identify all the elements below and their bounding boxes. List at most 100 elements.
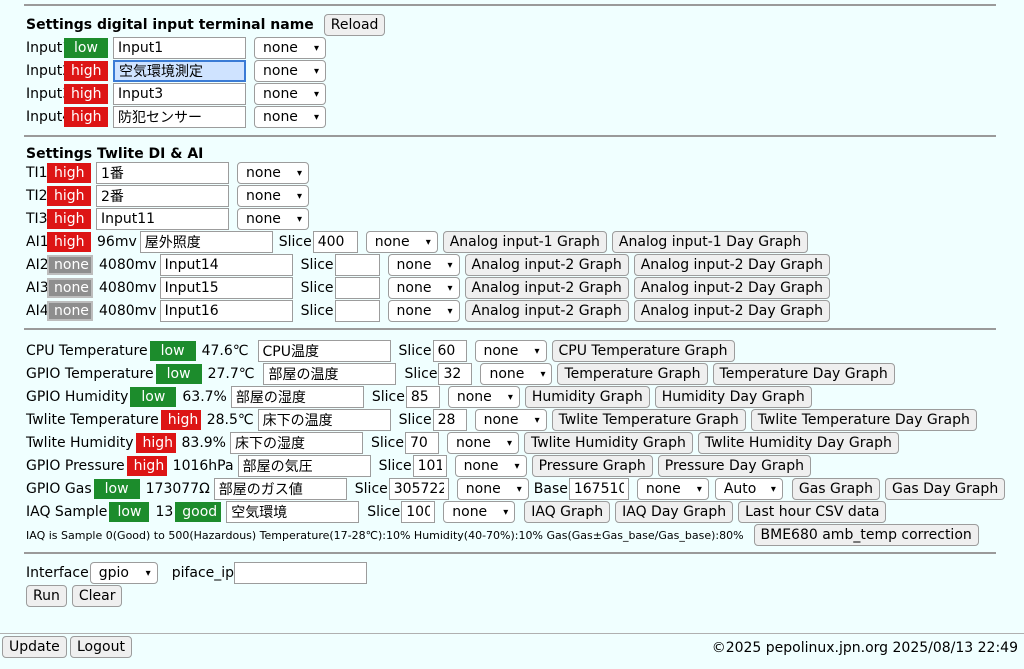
slice-label: Slice (367, 504, 401, 520)
analog-graph-button[interactable]: Analog input-2 Graph (464, 277, 629, 299)
pressure-day-graph-button[interactable]: Pressure Day Graph (657, 455, 812, 477)
sensor-name-field[interactable] (213, 478, 347, 500)
mode-select[interactable]: none ▾ (446, 432, 519, 454)
clear-button[interactable]: Clear (71, 585, 123, 607)
ai-name-field[interactable] (159, 277, 293, 299)
slice-field[interactable] (388, 478, 449, 500)
slice-field[interactable] (334, 254, 380, 276)
twlite-heading: Settings Twlite DI & AI (26, 146, 204, 162)
update-button[interactable]: Update (2, 636, 67, 658)
mode-select[interactable]: none ▾ (387, 254, 460, 276)
analog-day-graph-button[interactable]: Analog input-1 Day Graph (611, 231, 809, 253)
analog-day-graph-button[interactable]: Analog input-2 Day Graph (633, 277, 831, 299)
sensor-name-field[interactable] (230, 386, 364, 408)
mode-select[interactable]: none ▾ (474, 409, 547, 431)
mode-select[interactable]: none ▾ (387, 277, 460, 299)
ai-value: 4080mv (99, 303, 157, 319)
slice-field[interactable] (432, 409, 467, 431)
sensor-name-field[interactable] (237, 455, 371, 477)
mode-select[interactable]: none ▾ (387, 300, 460, 322)
twlite-di-row: TI3 high none▾ (26, 208, 309, 230)
pressure-graph-button[interactable]: Pressure Graph (531, 455, 653, 477)
input-name-field[interactable] (113, 60, 246, 82)
mode-select[interactable]: none ▾ (237, 208, 309, 230)
reload-button[interactable]: Reload (323, 14, 386, 36)
input-name-field[interactable] (113, 83, 246, 105)
temperature-day-graph-button[interactable]: Temperature Day Graph (712, 363, 895, 385)
chevron-down-icon: ▾ (770, 483, 776, 495)
mode-select[interactable]: none ▾ (456, 478, 529, 500)
logout-button[interactable]: Logout (70, 636, 132, 658)
mode-select[interactable]: none ▾ (237, 185, 309, 207)
sensor-name-field[interactable] (229, 432, 363, 454)
analog-day-graph-button[interactable]: Analog input-2 Day Graph (633, 254, 831, 276)
sensor-name-field[interactable] (226, 501, 360, 523)
slice-field[interactable] (401, 501, 436, 523)
humidity-graph-button[interactable]: Humidity Graph (524, 386, 650, 408)
twlite-temperature-graph-button[interactable]: Twlite Temperature Graph (551, 409, 746, 431)
iaq-day-graph-button[interactable]: IAQ Day Graph (615, 501, 734, 523)
interface-select[interactable]: gpio ▾ (89, 562, 158, 584)
csv-data-button[interactable]: Last hour CSV data (738, 501, 887, 523)
run-button[interactable]: Run (26, 585, 67, 607)
state-badge: low (149, 341, 196, 361)
temperature-graph-button[interactable]: Temperature Graph (557, 363, 708, 385)
slice-label: Slice (398, 343, 432, 359)
state-badge: high (126, 456, 167, 476)
analog-day-graph-button[interactable]: Analog input-2 Day Graph (633, 300, 831, 322)
slice-field[interactable] (404, 432, 439, 454)
di-name-field[interactable] (96, 208, 229, 230)
slice-field[interactable] (312, 231, 358, 253)
gas-day-graph-button[interactable]: Gas Day Graph (884, 478, 1006, 500)
mode-select[interactable]: none ▾ (237, 162, 309, 184)
mode-select[interactable]: none ▾ (474, 340, 547, 362)
piface-ip-input[interactable] (234, 562, 368, 584)
sensor-value: 47.6℃ (201, 343, 249, 359)
analog-graph-button[interactable]: Analog input-2 Graph (464, 254, 629, 276)
base-mode-select[interactable]: none ▾ (636, 478, 709, 500)
twlite-humidity-day-graph-button[interactable]: Twlite Humidity Day Graph (697, 432, 899, 454)
bme680-correction-button[interactable]: BME680 amb_temp correction (753, 524, 979, 546)
input-name-field[interactable] (113, 37, 246, 59)
sensor-name-field[interactable] (257, 409, 391, 431)
mode-select[interactable]: none ▾ (447, 386, 520, 408)
base-field[interactable] (568, 478, 629, 500)
di-label: TI3 (26, 211, 48, 227)
di-name-field[interactable] (96, 185, 229, 207)
analog-graph-button[interactable]: Analog input-1 Graph (442, 231, 607, 253)
slice-field[interactable] (438, 363, 473, 385)
input-name-field[interactable] (113, 106, 246, 128)
slice-field[interactable] (412, 455, 447, 477)
state-badge: low (109, 502, 150, 522)
ai-name-field[interactable] (159, 254, 293, 276)
twlite-temperature-day-graph-button[interactable]: Twlite Temperature Day Graph (750, 409, 977, 431)
slice-field[interactable] (432, 340, 467, 362)
sensor-name-field[interactable] (263, 363, 397, 385)
slice-label: Slice (278, 234, 312, 250)
mode-select[interactable]: none ▾ (443, 501, 516, 523)
ai-name-field[interactable] (139, 231, 273, 253)
slice-field[interactable] (334, 300, 380, 322)
analog-graph-button[interactable]: Analog input-2 Graph (464, 300, 629, 322)
mode-select[interactable]: none ▾ (254, 37, 326, 59)
mode-select[interactable]: none ▾ (254, 60, 326, 82)
chevron-down-icon: ▾ (516, 483, 522, 495)
sensor-name-field[interactable] (257, 340, 391, 362)
cpu-temperature-graph-button[interactable]: CPU Temperature Graph (551, 340, 735, 362)
gas-graph-button[interactable]: Gas Graph (791, 478, 880, 500)
auto-select[interactable]: Auto ▾ (714, 478, 783, 500)
di-name-field[interactable] (96, 162, 229, 184)
mode-select[interactable]: none ▾ (254, 83, 326, 105)
state-badge: high (47, 186, 91, 206)
mode-select[interactable]: none ▾ (480, 363, 553, 385)
ai-name-field[interactable] (159, 300, 293, 322)
iaq-graph-button[interactable]: IAQ Graph (524, 501, 611, 523)
mode-select[interactable]: none ▾ (254, 106, 326, 128)
mode-select[interactable]: none ▾ (454, 455, 527, 477)
humidity-day-graph-button[interactable]: Humidity Day Graph (654, 386, 812, 408)
slice-field[interactable] (405, 386, 440, 408)
twlite-humidity-graph-button[interactable]: Twlite Humidity Graph (523, 432, 693, 454)
state-badge: low (93, 479, 140, 499)
slice-field[interactable] (334, 277, 380, 299)
mode-select[interactable]: none ▾ (365, 231, 438, 253)
